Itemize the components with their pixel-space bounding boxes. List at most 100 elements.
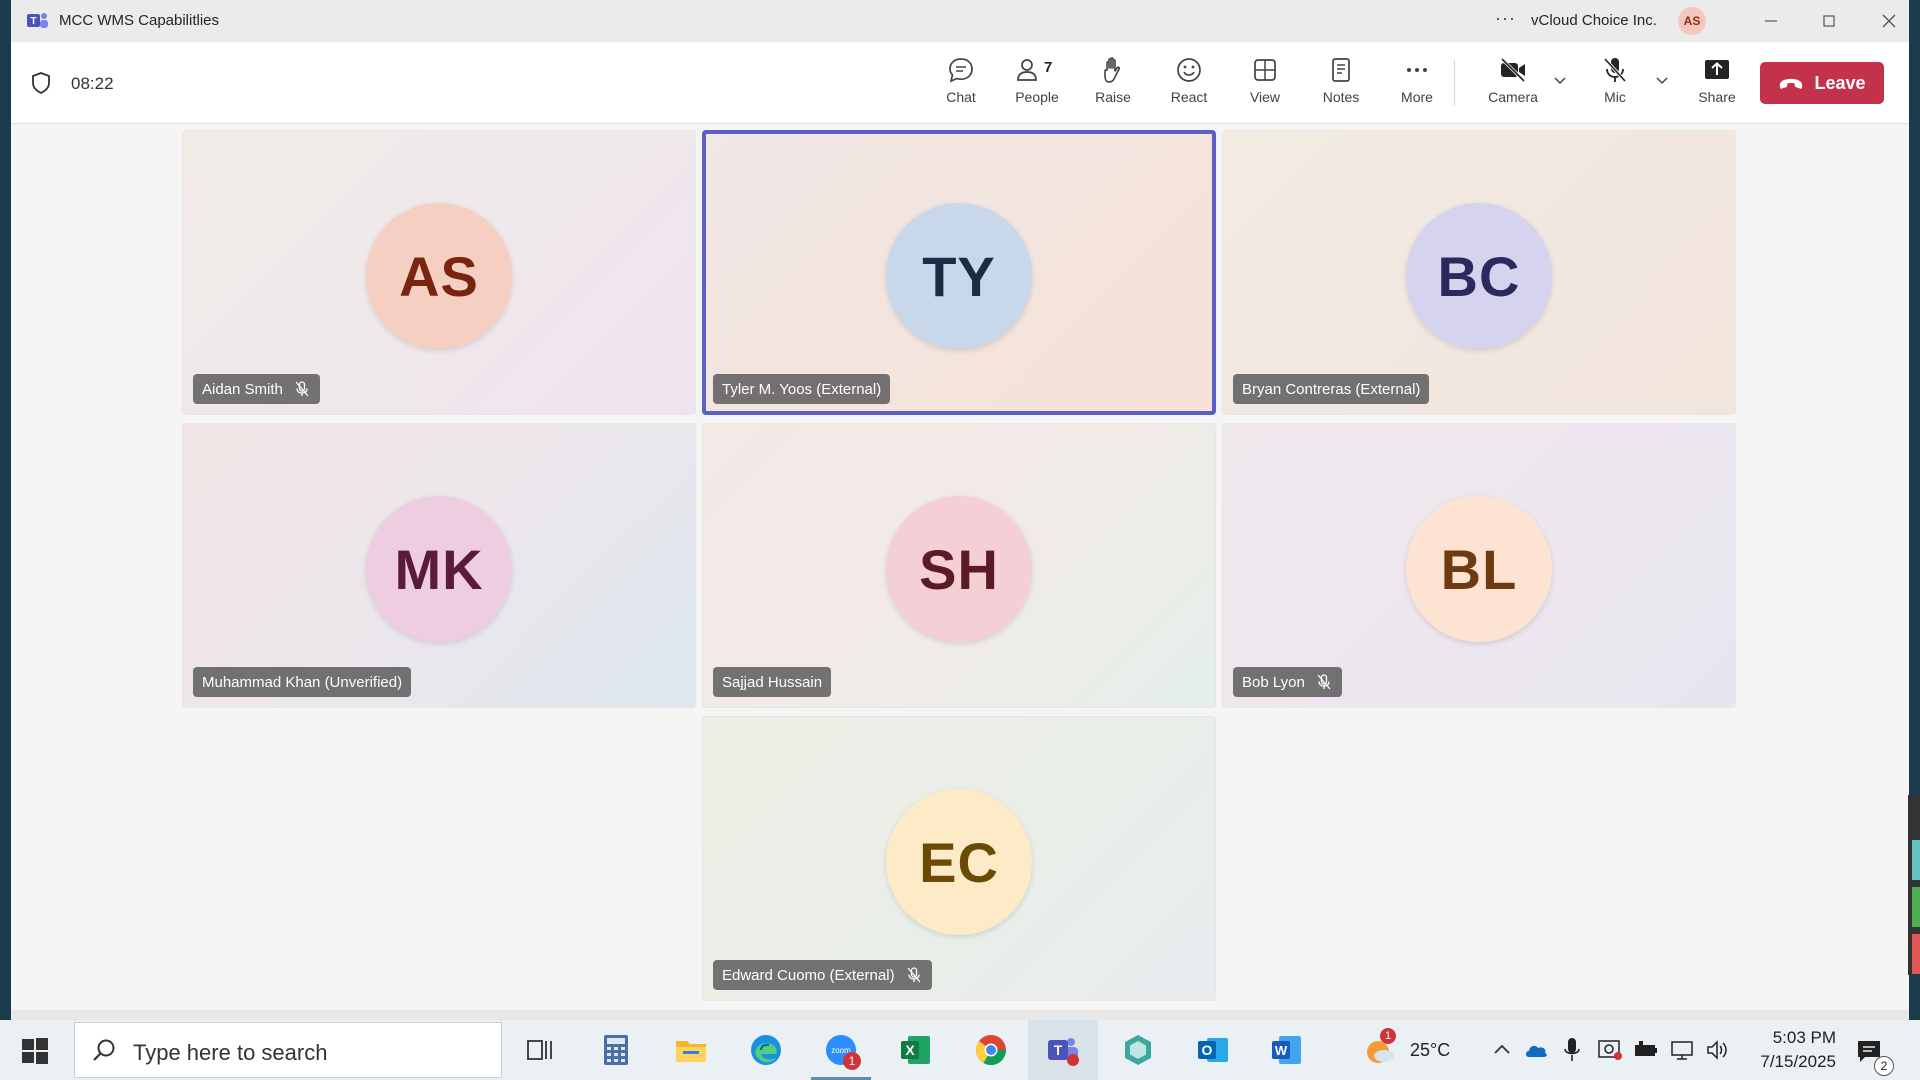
participant-name: Tyler M. Yoos (External): [722, 380, 882, 398]
participant-tile-active-speaker[interactable]: TY Tyler M. Yoos (External): [702, 130, 1216, 415]
background-window-scrollbar: [1908, 795, 1920, 975]
camera-off-icon: [1500, 57, 1526, 83]
task-view-icon[interactable]: [522, 1032, 558, 1068]
chat-icon: [949, 58, 973, 83]
raise-hand-icon: [1104, 57, 1121, 83]
camera-options-chevron-down-icon[interactable]: [1552, 72, 1568, 88]
search-icon: [93, 1039, 115, 1061]
microphone-in-use-icon[interactable]: [1562, 1036, 1582, 1064]
react-label: React: [1170, 89, 1208, 105]
organization-name[interactable]: vCloud Choice Inc.: [1531, 12, 1657, 29]
title-more-options-icon[interactable]: ···: [1495, 8, 1516, 29]
participant-name: Bryan Contreras (External): [1242, 380, 1421, 398]
more-button[interactable]: More: [1386, 55, 1448, 115]
toolbar-separator: [1454, 60, 1455, 106]
participant-avatar: MK: [366, 496, 512, 642]
minimize-icon[interactable]: [1759, 9, 1783, 33]
zoom-app-icon[interactable]: zoom 1: [811, 1032, 871, 1080]
people-icon: [1017, 59, 1037, 81]
title-bar: T MCC WMS Capabilitlies ··· vCloud Choic…: [11, 0, 1909, 42]
participant-name: Edward Cuomo (External): [722, 966, 895, 984]
participant-avatar: TY: [886, 203, 1032, 349]
people-button[interactable]: 7 People: [1006, 55, 1068, 115]
mic-button[interactable]: Mic: [1584, 55, 1646, 115]
camera-button[interactable]: Camera: [1482, 55, 1544, 115]
calculator-icon[interactable]: [598, 1032, 634, 1068]
smiley-icon: [1177, 58, 1201, 82]
svg-text:X: X: [905, 1042, 915, 1058]
svg-text:T: T: [30, 16, 36, 27]
meeting-title: MCC WMS Capabilitlies: [59, 12, 220, 29]
chrome-icon[interactable]: [973, 1032, 1009, 1068]
teams-app-icon: T: [27, 13, 48, 28]
participant-name-tag: Aidan Smith: [193, 374, 320, 404]
share-label: Share: [1698, 89, 1736, 105]
notes-icon: [1332, 58, 1350, 82]
participant-name-tag: Bryan Contreras (External): [1233, 374, 1430, 404]
participant-name: Bob Lyon: [1242, 673, 1305, 691]
weather-badge: 1: [1380, 1028, 1396, 1044]
leave-button[interactable]: Leave: [1760, 62, 1884, 104]
weather-widget[interactable]: 1: [1362, 1028, 1398, 1068]
notification-count-badge: 2: [1874, 1056, 1894, 1076]
participant-name-tag: Bob Lyon: [1233, 667, 1342, 697]
hang-up-icon: [1780, 78, 1803, 89]
security-tray-icon[interactable]: [1597, 1038, 1623, 1062]
mic-off-icon: [1603, 57, 1627, 83]
edge-browser-icon[interactable]: [748, 1032, 784, 1068]
weather-temperature[interactable]: 25°C: [1410, 1040, 1450, 1061]
outlook-icon[interactable]: O: [1195, 1032, 1231, 1068]
participant-tile[interactable]: MK Muhammad Khan (Unverified): [182, 423, 696, 708]
participant-avatar: BC: [1406, 203, 1552, 349]
participant-tile[interactable]: BL Bob Lyon: [1222, 423, 1736, 708]
grid-view-icon: [1254, 59, 1276, 81]
participant-avatar: AS: [366, 203, 512, 349]
clock-date: 7/15/2025: [1760, 1052, 1836, 1071]
windows-start-icon[interactable]: [22, 1038, 48, 1064]
leave-label: Leave: [1814, 72, 1866, 93]
svg-text:O: O: [1202, 1042, 1213, 1058]
teams-icon[interactable]: T: [1045, 1032, 1081, 1068]
chat-button[interactable]: Chat: [930, 55, 992, 115]
participant-avatar: SH: [886, 496, 1032, 642]
mic-muted-icon: [295, 381, 309, 397]
participant-name-tag: Muhammad Khan (Unverified): [193, 667, 412, 697]
file-explorer-icon[interactable]: [673, 1032, 709, 1068]
excel-icon[interactable]: X: [898, 1032, 934, 1068]
participant-avatar: EC: [886, 789, 1032, 935]
mic-options-chevron-down-icon[interactable]: [1654, 72, 1670, 88]
teams-window: T MCC WMS Capabilitlies ··· vCloud Choic…: [11, 0, 1909, 1010]
word-icon[interactable]: W: [1269, 1032, 1305, 1068]
battery-icon[interactable]: [1633, 1038, 1659, 1062]
participant-tile[interactable]: EC Edward Cuomo (External): [702, 716, 1216, 1001]
participant-avatar: BL: [1406, 496, 1552, 642]
close-icon[interactable]: [1877, 9, 1901, 33]
participant-name-tag: Tyler M. Yoos (External): [713, 374, 891, 404]
more-label: More: [1401, 89, 1433, 105]
participant-tile[interactable]: SH Sajjad Hussain: [702, 423, 1216, 708]
taskbar-search-box[interactable]: Type here to search: [74, 1022, 502, 1078]
notes-button[interactable]: Notes: [1310, 55, 1372, 115]
raise-hand-button[interactable]: Raise: [1082, 55, 1144, 115]
share-button[interactable]: Share: [1686, 55, 1748, 115]
maximize-icon[interactable]: [1817, 9, 1841, 33]
view-button[interactable]: View: [1234, 55, 1296, 115]
mic-muted-icon: [1317, 674, 1331, 690]
taskbar-clock[interactable]: 5:03 PM 7/15/2025: [1740, 1026, 1836, 1074]
mic-muted-icon: [907, 967, 921, 983]
people-label: People: [1015, 89, 1059, 105]
vpn-app-icon[interactable]: [1120, 1032, 1156, 1068]
onedrive-cloud-icon[interactable]: [1523, 1038, 1549, 1062]
chevron-up-icon[interactable]: [1490, 1038, 1514, 1062]
react-button[interactable]: React: [1158, 55, 1220, 115]
network-icon[interactable]: [1669, 1038, 1695, 1062]
participant-tile[interactable]: AS Aidan Smith: [182, 130, 696, 415]
volume-icon[interactable]: [1705, 1038, 1731, 1062]
mic-label: Mic: [1604, 89, 1626, 105]
zoom-badge: 1: [843, 1052, 861, 1070]
profile-avatar[interactable]: AS: [1678, 7, 1706, 35]
background-window-status-strip: [11, 1010, 1909, 1020]
participant-tile[interactable]: BC Bryan Contreras (External): [1222, 130, 1736, 415]
participant-gallery: AS Aidan Smith TY Tyler M. Yoos (Externa…: [11, 123, 1909, 1010]
participant-name-tag: Sajjad Hussain: [713, 667, 832, 697]
